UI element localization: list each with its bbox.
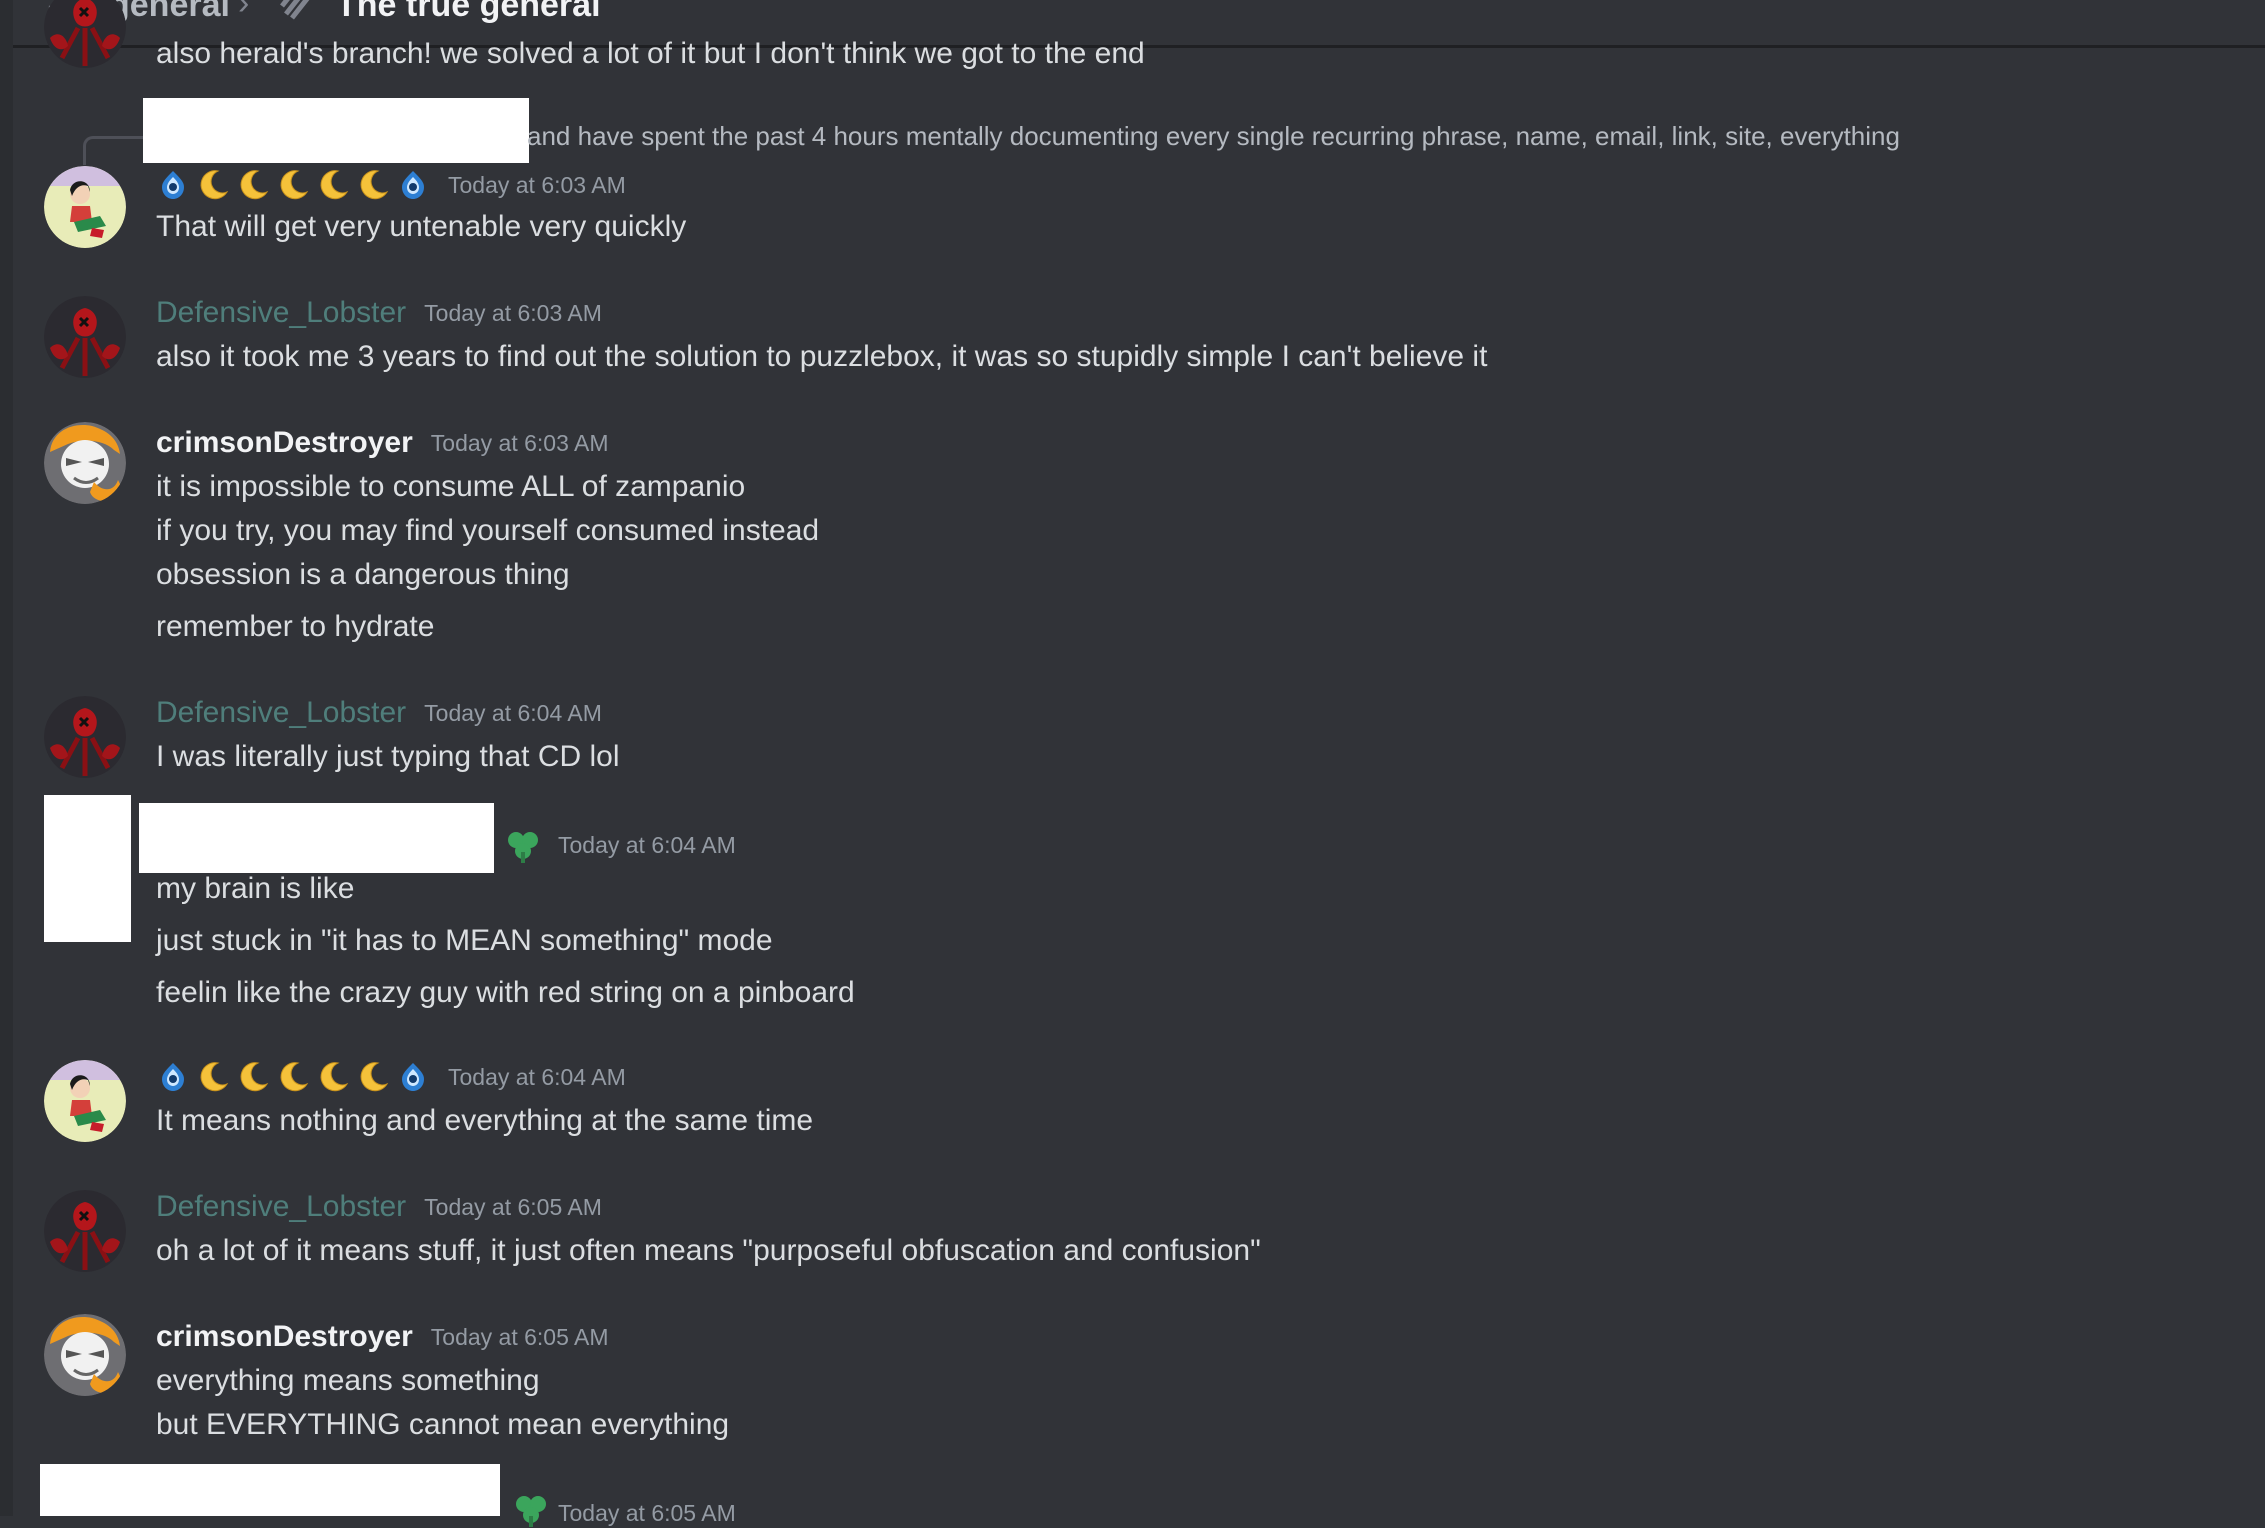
username[interactable]: crimsonDestroyer <box>156 1320 413 1354</box>
message-text: it is impossible to consume ALL of zampa… <box>156 470 746 503</box>
thread-title[interactable]: The true general <box>336 0 601 25</box>
message-text: but EVERYTHING cannot mean everything <box>156 1408 730 1441</box>
timestamp: Today at 6:04 AM <box>424 699 602 726</box>
reply-preview-text[interactable]: and have spent the past 4 hours mentally… <box>527 121 1900 152</box>
avatar[interactable] <box>44 0 126 68</box>
message-text: also it took me 3 years to find out the … <box>156 340 1488 373</box>
username-emoji-name[interactable] <box>156 1060 430 1094</box>
avatar[interactable] <box>44 296 126 378</box>
server-sidebar-edge <box>0 0 13 1516</box>
message-header: Today at 6:04 AM <box>156 1060 626 1094</box>
crescent-moon-icon <box>356 1060 390 1094</box>
message-text: remember to hydrate <box>156 610 435 643</box>
blue-eye-icon <box>156 1060 190 1094</box>
timestamp: Today at 6:04 AM <box>448 1063 626 1090</box>
blue-eye-icon <box>396 168 430 202</box>
message-text: also herald's branch! we solved a lot of… <box>156 37 1145 70</box>
timestamp: Today at 6:03 AM <box>424 299 602 326</box>
message-header: Today at 6:03 AM <box>156 168 626 202</box>
redacted-reply-author <box>143 98 529 163</box>
message-text: That will get very untenable very quickl… <box>156 210 687 243</box>
crescent-moon-icon <box>276 1060 310 1094</box>
avatar[interactable] <box>44 422 126 504</box>
redacted-username <box>139 803 494 873</box>
avatar[interactable] <box>44 1060 126 1142</box>
crescent-moon-icon <box>236 168 270 202</box>
thread-icon <box>280 0 310 20</box>
message-text: It means nothing and everything at the s… <box>156 1104 814 1137</box>
redacted-avatar <box>44 795 131 942</box>
message-text: feelin like the crazy guy with red strin… <box>156 976 855 1009</box>
message-header: Defensive_Lobster Today at 6:04 AM <box>156 696 602 730</box>
redacted-username <box>40 1464 500 1516</box>
message-header: crimsonDestroyer Today at 6:05 AM <box>156 1320 609 1354</box>
message-text: everything means something <box>156 1364 540 1397</box>
reply-connector <box>83 136 144 165</box>
crescent-moon-icon <box>196 168 230 202</box>
avatar[interactable] <box>44 1314 126 1396</box>
clover-badge-icon <box>512 1492 550 1528</box>
crescent-moon-icon <box>276 168 310 202</box>
message-header: crimsonDestroyer Today at 6:03 AM <box>156 426 609 460</box>
crescent-moon-icon <box>196 1060 230 1094</box>
message-text: if you try, you may find yourself consum… <box>156 514 820 547</box>
avatar[interactable] <box>44 696 126 778</box>
timestamp: Today at 6:03 AM <box>448 171 626 198</box>
message-header: Defensive_Lobster Today at 6:05 AM <box>156 1190 602 1224</box>
crescent-moon-icon <box>316 1060 350 1094</box>
username[interactable]: Defensive_Lobster <box>156 1190 406 1224</box>
timestamp: Today at 6:05 AM <box>558 1500 736 1526</box>
crescent-moon-icon <box>316 168 350 202</box>
blue-eye-icon <box>156 168 190 202</box>
timestamp: Today at 6:05 AM <box>424 1193 602 1220</box>
blue-eye-icon <box>396 1060 430 1094</box>
breadcrumb-chevron-icon: › <box>238 0 250 22</box>
clover-badge-icon <box>504 828 542 864</box>
avatar[interactable] <box>44 166 126 248</box>
username[interactable]: crimsonDestroyer <box>156 426 413 460</box>
timestamp: Today at 6:03 AM <box>430 429 609 456</box>
channel-name[interactable]: general <box>109 0 230 25</box>
avatar[interactable] <box>44 1190 126 1272</box>
message-text: I was literally just typing that CD lol <box>156 740 620 773</box>
username[interactable]: Defensive_Lobster <box>156 296 406 330</box>
crescent-moon-icon <box>356 168 390 202</box>
message-text: just stuck in "it has to MEAN something"… <box>156 924 773 957</box>
message-text: obsession is a dangerous thing <box>156 558 570 591</box>
username[interactable]: Defensive_Lobster <box>156 696 406 730</box>
message-text: oh a lot of it means stuff, it just ofte… <box>156 1234 1261 1267</box>
crescent-moon-icon <box>236 1060 270 1094</box>
timestamp: Today at 6:04 AM <box>558 832 736 858</box>
message-header: Defensive_Lobster Today at 6:03 AM <box>156 296 602 330</box>
username-emoji-name[interactable] <box>156 168 430 202</box>
message-text: my brain is like <box>156 872 355 905</box>
timestamp: Today at 6:05 AM <box>430 1323 609 1350</box>
